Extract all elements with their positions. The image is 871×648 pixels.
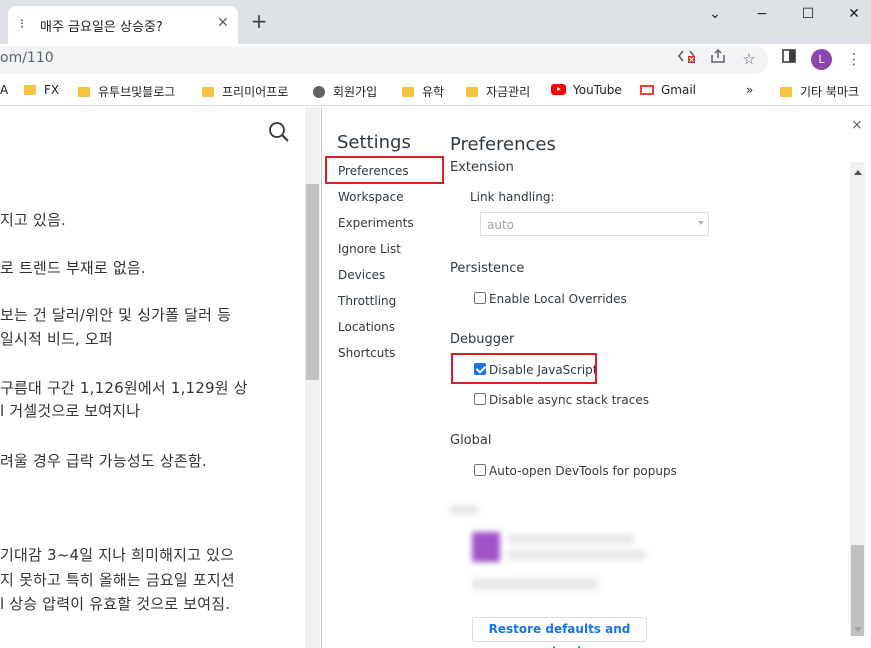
bookmark-label: YouTube xyxy=(573,83,622,97)
scroll-down-icon[interactable] xyxy=(854,627,862,632)
article-line: 보는 건 달러/위안 및 싱가폴 달러 등 xyxy=(0,306,232,324)
global-section-title: Global xyxy=(450,433,492,448)
bookmarks-overflow-button[interactable]: » xyxy=(746,83,753,101)
folder-icon xyxy=(402,87,414,97)
sidebar-item-devices[interactable]: Devices xyxy=(338,268,385,282)
profile-avatar[interactable]: L xyxy=(811,49,832,70)
folder-icon xyxy=(24,85,36,95)
bookmark-label: 회원가입 xyxy=(333,85,378,99)
sidebar-item-ignore-list[interactable]: Ignore List xyxy=(338,242,401,256)
close-window-button[interactable]: ✕ xyxy=(831,0,871,30)
bookmark-gmail[interactable]: Gmail xyxy=(640,83,696,101)
gmail-icon xyxy=(640,85,654,95)
browser-tab[interactable]: ⁝ 매주 금요일은 상승중? ✕ xyxy=(8,6,238,44)
folder-icon xyxy=(466,87,478,97)
new-tab-button[interactable]: + xyxy=(248,10,270,32)
article-line: 지 못하고 특히 올해는 금요일 포지션 xyxy=(0,571,235,589)
close-icon[interactable]: × xyxy=(851,117,863,133)
bookmark-label: 유학 xyxy=(422,85,445,99)
article-line: 려울 경우 급락 가능성도 상존함. xyxy=(0,452,207,470)
tab-search-chevron-icon[interactable]: ⌄ xyxy=(692,0,738,30)
bookmark-label: 프리미어프로 xyxy=(222,85,289,99)
redacted-avatar xyxy=(472,532,500,562)
restore-defaults-button[interactable]: Restore defaults and reload xyxy=(472,617,647,648)
bookmark-premiere[interactable]: 프리미어프로 xyxy=(202,83,288,101)
article-line: 기대감 3~4일 지나 희미해지고 있으 xyxy=(0,546,235,564)
enable-local-overrides-label[interactable]: Enable Local Overrides xyxy=(489,292,627,306)
bookmark-label: Gmail xyxy=(661,83,697,97)
tistory-icon: ⁝ xyxy=(20,17,25,32)
disable-javascript-highlight-box xyxy=(451,353,597,384)
more-menu-icon[interactable]: ⋮ xyxy=(843,48,865,70)
article-line: 일시적 비드, 오퍼 xyxy=(0,330,113,348)
redacted-text xyxy=(508,534,634,544)
address-bar[interactable] xyxy=(0,46,768,74)
article-line: 로 트렌드 부재로 없음. xyxy=(0,259,146,277)
maximize-button[interactable]: ☐ xyxy=(785,0,831,30)
disable-async-checkbox[interactable] xyxy=(474,393,486,405)
bookmark-youtube-blog[interactable]: 유투브및블로그 xyxy=(78,83,175,101)
tab-title: 매주 금요일은 상승중? xyxy=(40,20,163,35)
javascript-blocked-icon[interactable] xyxy=(676,48,698,70)
page-scrollbar-thumb[interactable] xyxy=(306,184,319,380)
debugger-section-title: Debugger xyxy=(450,332,515,347)
settings-title: Settings xyxy=(337,132,411,153)
preferences-highlight-box xyxy=(325,156,444,184)
share-icon[interactable] xyxy=(707,48,729,70)
url-text[interactable]: om/110 xyxy=(0,50,54,66)
bookmark-study-abroad[interactable]: 유학 xyxy=(402,83,444,101)
folder-icon xyxy=(202,87,214,97)
bookmark-youtube[interactable]: YouTube xyxy=(551,83,622,101)
sidebar-item-locations[interactable]: Locations xyxy=(338,320,395,334)
tab-strip: ⁝ 매주 금요일은 상승중? ✕ + ⌄ − ☐ ✕ xyxy=(0,0,871,44)
article-line: l 상승 압력이 유효할 것으로 보여짐. xyxy=(0,595,231,613)
redacted-text xyxy=(472,578,598,590)
extension-section-title: Extension xyxy=(450,160,514,175)
redacted-text xyxy=(450,505,478,515)
link-handling-label: Link handling: xyxy=(470,190,555,204)
sidebar-item-workspace[interactable]: Workspace xyxy=(338,190,404,204)
bookmarks-bar: A FX 유투브및블로그 프리미어프로 회원가입 유학 자금관리 YouTube… xyxy=(0,76,871,106)
folder-icon xyxy=(780,87,792,97)
auto-open-devtools-label[interactable]: Auto-open DevTools for popups xyxy=(489,464,677,478)
bookmark-star-icon[interactable]: ☆ xyxy=(738,48,760,70)
minimize-button[interactable]: − xyxy=(739,0,785,30)
article-line: 구름대 구간 1,126원에서 1,129원 상 xyxy=(0,379,248,397)
bookmark-signup[interactable]: 회원가입 xyxy=(313,83,377,101)
bookmark-fx[interactable]: FX xyxy=(24,83,59,101)
chevron-down-icon xyxy=(698,221,704,225)
bookmark-money[interactable]: 자금관리 xyxy=(466,83,530,101)
link-handling-select[interactable]: auto xyxy=(480,212,709,236)
bookmark-a[interactable]: A xyxy=(0,83,8,101)
article-line: 지고 있음. xyxy=(0,211,66,229)
search-icon[interactable] xyxy=(268,121,290,143)
tab-close-icon[interactable]: ✕ xyxy=(213,13,233,33)
sidebar-item-throttling[interactable]: Throttling xyxy=(338,294,396,308)
globe-icon xyxy=(313,86,325,98)
persistence-section-title: Persistence xyxy=(450,261,525,276)
auto-open-devtools-checkbox[interactable] xyxy=(474,464,486,476)
browser-window: ⁝ 매주 금요일은 상승중? ✕ + ⌄ − ☐ ✕ om/110 ☆ L ⋮ … xyxy=(0,0,871,648)
bookmark-label: 자금관리 xyxy=(486,85,531,99)
bookmark-label: FX xyxy=(44,83,60,97)
sidebar-item-shortcuts[interactable]: Shortcuts xyxy=(338,346,395,360)
other-bookmarks[interactable]: 기타 북마크 xyxy=(780,83,859,101)
bookmark-label: A xyxy=(0,83,9,97)
side-panel-icon[interactable] xyxy=(778,48,800,70)
bookmark-label: 기타 북마크 xyxy=(800,85,860,99)
scroll-up-icon[interactable] xyxy=(854,170,862,175)
disable-async-label[interactable]: Disable async stack traces xyxy=(489,393,649,407)
youtube-icon xyxy=(551,84,566,95)
article-line: l 거셀것으로 보여지나 xyxy=(0,402,141,420)
preferences-title: Preferences xyxy=(450,134,556,155)
enable-local-overrides-checkbox[interactable] xyxy=(474,292,486,304)
redacted-text xyxy=(508,550,646,560)
bookmark-label: 유투브및블로그 xyxy=(98,85,176,99)
sidebar-item-experiments[interactable]: Experiments xyxy=(338,216,414,230)
folder-icon xyxy=(78,87,90,97)
settings-scrollbar-thumb[interactable] xyxy=(851,545,864,636)
